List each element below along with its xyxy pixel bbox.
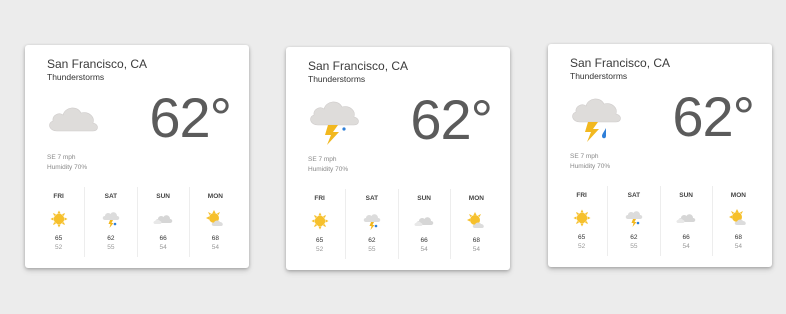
cloudy-icon <box>153 215 173 224</box>
forecast-day: SUN 66 54 <box>661 186 713 256</box>
forecast-day: SAT 62 55 <box>608 186 661 256</box>
day-name: MON <box>730 192 746 199</box>
weather-card: San Francisco, CA Thunderstorms 62° SE 7… <box>548 44 772 267</box>
day-name: MON <box>207 193 223 200</box>
day-name: SAT <box>104 193 118 200</box>
partly-cloudy-icon <box>467 212 485 228</box>
condition-text: Thunderstorms <box>570 71 628 81</box>
humidity-text: Humidity 70% <box>308 166 349 173</box>
current-temperature: 62° <box>410 88 493 151</box>
forecast-day: SAT 62 55 <box>346 189 399 259</box>
low-temp: 55 <box>107 244 115 251</box>
forecast-row: FRI 65 52 SAT 62 55 SUN 66 54 MON 68 54 <box>294 189 502 259</box>
low-temp: 52 <box>55 244 63 251</box>
forecast-day: MON 68 54 <box>713 186 764 256</box>
cloudy-icon <box>414 217 434 226</box>
humidity-text: Humidity 70% <box>47 164 88 171</box>
forecast-day: MON 68 54 <box>451 189 502 259</box>
wind-text: SE 7 mph <box>570 153 599 160</box>
low-temp: 55 <box>368 246 376 253</box>
low-temp: 54 <box>211 244 219 251</box>
partly-cloudy-icon <box>206 210 224 226</box>
high-temp: 65 <box>55 235 63 242</box>
high-temp: 68 <box>211 235 219 242</box>
high-temp: 62 <box>107 235 115 242</box>
wind-text: SE 7 mph <box>47 154 76 161</box>
city-name: San Francisco, CA <box>47 57 148 71</box>
forecast-row: FRI 65 52 SAT 62 55 SUN 66 54 MON 68 54 <box>556 186 764 256</box>
humidity-text: Humidity 70% <box>570 163 611 170</box>
forecast-day: MON 68 54 <box>190 187 241 257</box>
low-temp: 54 <box>734 243 742 250</box>
forecast-row: FRI 65 52 SAT 62 55 SUN 66 54 MON 68 54 <box>33 187 241 257</box>
cloudy-icon <box>676 214 696 223</box>
low-temp: 54 <box>682 243 690 250</box>
high-temp: 66 <box>159 235 167 242</box>
forecast-day: FRI 65 52 <box>556 186 609 256</box>
partly-cloudy-icon <box>729 209 747 225</box>
day-name: SUN <box>156 193 170 200</box>
thunderstorm-rain-icon <box>568 92 626 144</box>
forecast-day: FRI 65 52 <box>33 187 86 257</box>
current-temperature: 62° <box>672 85 755 148</box>
high-temp: 68 <box>472 237 480 244</box>
weather-card: San Francisco, CA Thunderstorms 62° SE 7… <box>286 47 510 270</box>
thunderstorm-icon <box>363 214 381 230</box>
day-name: SAT <box>627 192 641 199</box>
high-temp: 62 <box>630 234 638 241</box>
high-temp: 68 <box>734 234 742 241</box>
day-name: FRI <box>576 192 587 199</box>
forecast-day: SUN 66 54 <box>399 189 451 259</box>
forecast-day: SAT 62 55 <box>85 187 138 257</box>
day-name: MON <box>468 195 484 202</box>
low-temp: 54 <box>420 246 428 253</box>
high-temp: 65 <box>316 237 324 244</box>
low-temp: 52 <box>316 246 324 253</box>
condition-text: Thunderstorms <box>308 74 366 84</box>
day-name: SUN <box>679 192 693 199</box>
low-temp: 54 <box>159 244 167 251</box>
high-temp: 65 <box>578 234 586 241</box>
forecast-day: SUN 66 54 <box>138 187 190 257</box>
thunderstorm-icon <box>625 211 643 227</box>
day-name: FRI <box>314 195 325 202</box>
low-temp: 55 <box>630 243 638 250</box>
thunderstorm-icon <box>102 212 120 228</box>
low-temp: 54 <box>472 246 480 253</box>
forecast-day: FRI 65 52 <box>294 189 347 259</box>
day-name: SUN <box>417 195 431 202</box>
thunderstorm-icon <box>306 95 364 147</box>
sun-icon <box>50 210 68 228</box>
wind-text: SE 7 mph <box>308 156 337 163</box>
high-temp: 66 <box>682 234 690 241</box>
sun-icon <box>573 209 591 227</box>
city-name: San Francisco, CA <box>570 56 671 70</box>
condition-text: Thunderstorms <box>47 72 105 82</box>
high-temp: 62 <box>368 237 376 244</box>
current-temperature: 62° <box>149 86 232 149</box>
day-name: SAT <box>365 195 379 202</box>
city-name: San Francisco, CA <box>308 59 409 73</box>
day-name: FRI <box>53 193 64 200</box>
sun-icon <box>311 212 329 230</box>
high-temp: 66 <box>420 237 428 244</box>
low-temp: 52 <box>578 243 586 250</box>
cloud-icon <box>45 93 103 145</box>
weather-card: San Francisco, CA Thunderstorms 62° SE 7… <box>25 45 249 268</box>
